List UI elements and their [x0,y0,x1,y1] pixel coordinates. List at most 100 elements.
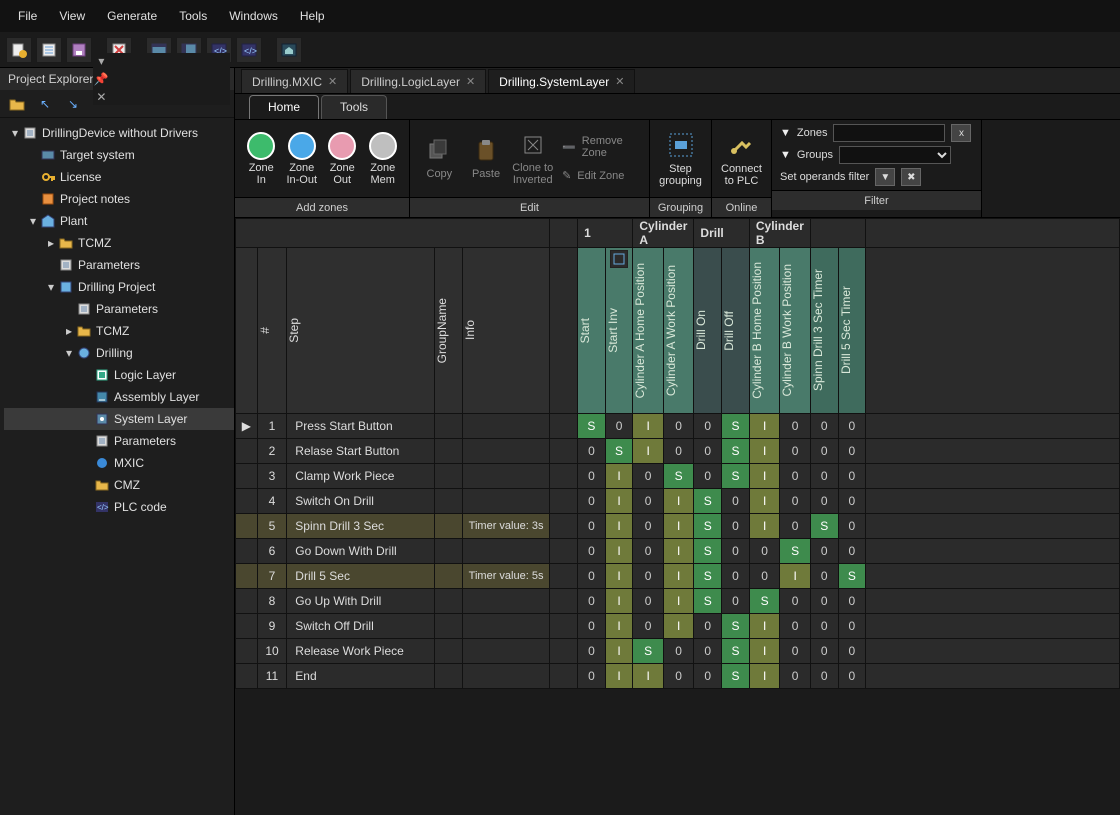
group-cell[interactable] [435,464,463,489]
filter-apply-icon[interactable]: ▼ [875,168,895,186]
expand-icon[interactable]: ▸ [62,324,76,338]
step-grid[interactable]: 1Cylinder ADrillCylinder B#StepGroupName… [235,218,1120,815]
menu-help[interactable]: Help [290,3,335,29]
tree-node[interactable]: ▾Plant [4,210,234,232]
grid-cell[interactable]: 0 [605,414,633,439]
grid-cell[interactable]: 0 [722,514,750,539]
grid-cell[interactable]: S [722,464,750,489]
group-cell[interactable] [435,439,463,464]
grid-cell[interactable]: S [694,539,722,564]
info-cell[interactable] [462,639,550,664]
filter-clear-icon[interactable]: ✖ [901,168,921,186]
grid-cell[interactable]: I [663,564,694,589]
info-cell[interactable] [462,539,550,564]
grid-cell[interactable]: 0 [780,439,811,464]
step-cell[interactable]: Go Down With Drill [287,539,435,564]
menu-tools[interactable]: Tools [169,3,217,29]
zone-button[interactable]: Zone In [243,132,280,186]
grid-cell[interactable]: I [663,489,694,514]
group-cell[interactable] [435,514,463,539]
grid-cell[interactable]: S [663,464,694,489]
row-marker[interactable] [236,489,258,514]
grid-cell[interactable]: I [749,489,780,514]
step-cell[interactable]: End [287,664,435,689]
grid-cell[interactable]: I [605,664,633,689]
grid-cell[interactable]: S [694,564,722,589]
grid-cell[interactable]: S [838,564,866,589]
grid-cell[interactable]: S [605,439,633,464]
group-cell[interactable] [435,639,463,664]
grid-cell[interactable]: S [722,614,750,639]
grid-cell[interactable]: I [780,564,811,589]
group-cell[interactable] [435,564,463,589]
info-cell[interactable] [462,464,550,489]
tree-node[interactable]: System Layer [4,408,234,430]
grid-cell[interactable]: S [633,639,664,664]
info-cell[interactable] [462,489,550,514]
grid-cell[interactable]: I [633,414,664,439]
grid-cell[interactable]: 0 [578,664,606,689]
group-cell[interactable] [435,664,463,689]
grid-cell[interactable]: 0 [838,514,866,539]
grid-cell[interactable]: 0 [810,564,838,589]
info-cell[interactable] [462,664,550,689]
info-cell[interactable] [462,614,550,639]
grid-cell[interactable]: S [722,414,750,439]
grid-cell[interactable]: S [694,514,722,539]
copy-button[interactable]: Copy [418,138,461,180]
grid-cell[interactable]: 0 [633,564,664,589]
row-marker[interactable] [236,439,258,464]
step-cell[interactable]: Drill 5 Sec [287,564,435,589]
grid-cell[interactable]: 0 [838,589,866,614]
step-cell[interactable]: Release Work Piece [287,639,435,664]
clone-inverted-button[interactable]: Clone to Inverted [511,132,554,186]
grid-cell[interactable]: 0 [722,589,750,614]
connect-plc-button[interactable]: Connect to PLC [720,131,763,187]
step-cell[interactable]: Press Start Button [287,414,435,439]
grid-cell[interactable]: I [749,514,780,539]
tree-node[interactable]: ▾DrillingDevice without Drivers [4,122,234,144]
grid-cell[interactable]: 0 [578,614,606,639]
grid-cell[interactable]: 0 [838,489,866,514]
grid-cell[interactable]: 0 [694,414,722,439]
tree-node[interactable]: ▸TCMZ [4,232,234,254]
grid-cell[interactable]: I [605,589,633,614]
grid-cell[interactable]: 0 [780,664,811,689]
grid-cell[interactable]: 0 [633,539,664,564]
grid-cell[interactable]: S [722,439,750,464]
grid-cell[interactable]: 0 [722,564,750,589]
grid-cell[interactable]: I [663,514,694,539]
row-marker[interactable] [236,539,258,564]
grid-cell[interactable]: 0 [578,489,606,514]
grid-cell[interactable]: S [749,589,780,614]
grid-cell[interactable]: I [605,639,633,664]
edit-zone-button[interactable]: ✎Edit Zone [562,167,641,184]
grid-cell[interactable]: 0 [838,539,866,564]
step-cell[interactable]: Relase Start Button [287,439,435,464]
tree-node[interactable]: Logic Layer [4,364,234,386]
info-cell[interactable]: Timer value: 5s [462,564,550,589]
grid-cell[interactable]: 0 [838,614,866,639]
grid-cell[interactable]: 0 [633,614,664,639]
grid-cell[interactable]: I [605,614,633,639]
expand-icon[interactable]: ▸ [44,236,58,250]
filter-zones-clear-button[interactable]: x [951,124,971,142]
row-marker[interactable] [236,614,258,639]
step-cell[interactable]: Switch Off Drill [287,614,435,639]
grid-cell[interactable]: I [605,489,633,514]
code-b-icon[interactable]: </> [236,37,262,63]
step-grouping-button[interactable]: Step grouping [658,131,703,187]
row-marker[interactable] [236,664,258,689]
grid-cell[interactable]: 0 [694,439,722,464]
grid-cell[interactable]: 0 [780,414,811,439]
menu-file[interactable]: File [8,3,47,29]
grid-cell[interactable]: 0 [663,439,694,464]
info-cell[interactable] [462,439,550,464]
expand-icon[interactable]: ▾ [8,126,22,140]
grid-cell[interactable]: 0 [633,464,664,489]
zone-button[interactable]: Zone Out [324,132,361,186]
grid-cell[interactable]: 0 [838,639,866,664]
grid-cell[interactable]: I [605,514,633,539]
row-marker[interactable] [236,639,258,664]
grid-cell[interactable]: S [694,489,722,514]
